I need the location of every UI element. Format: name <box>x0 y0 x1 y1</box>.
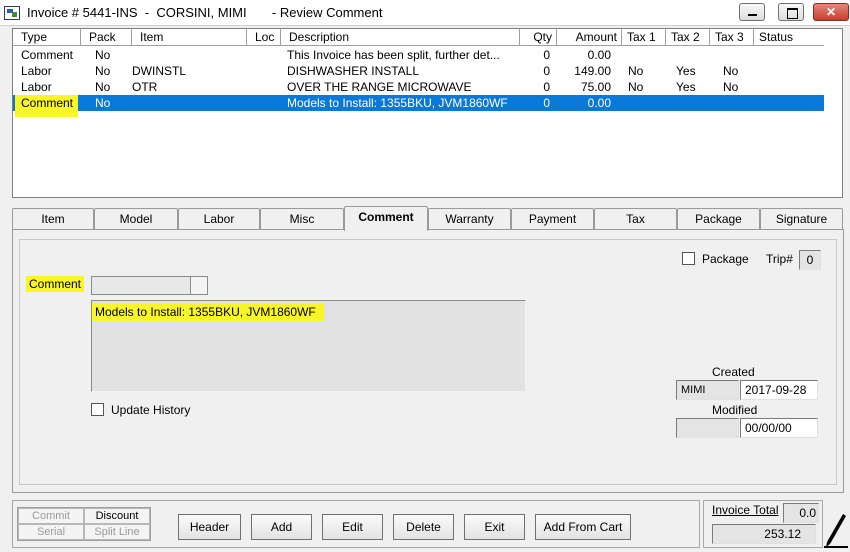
comment-text: Models to Install: 1355BKU, JVM1860WF <box>92 303 324 321</box>
tab-comment[interactable]: Comment <box>344 206 428 231</box>
total-small-field: 0.0 <box>783 503 819 523</box>
comment-label: Comment <box>26 276 85 292</box>
cell-description: OVER THE RANGE MICROWAVE <box>287 80 472 94</box>
tab-payment[interactable]: Payment <box>511 208 594 230</box>
tab-strip: Item Model Labor Misc Comment Warranty P… <box>12 206 844 231</box>
column-header-loc[interactable]: Loc <box>247 29 281 46</box>
trip-number-field[interactable]: 0 <box>799 250 821 270</box>
column-header-tax3[interactable]: Tax 3 <box>710 29 754 46</box>
cell-tax3: No <box>723 80 739 94</box>
line-actions-group: Commit Discount Serial Split Line <box>17 507 151 541</box>
exit-button[interactable]: Exit <box>464 514 525 540</box>
serial-button[interactable]: Serial <box>18 524 84 540</box>
add-from-cart-button[interactable]: Add From Cart <box>535 514 631 540</box>
app-icon[interactable] <box>4 6 20 20</box>
cell-description: DISHWASHER INSTALL <box>287 64 420 78</box>
cell-pack: No <box>95 64 111 78</box>
cell-type: Comment <box>21 48 74 62</box>
cell-type: Labor <box>21 64 52 78</box>
cell-qty: 0 <box>543 64 550 78</box>
tab-labor[interactable]: Labor <box>178 208 260 230</box>
cell-qty: 0 <box>543 80 550 94</box>
invoice-total-field: 253.12 <box>712 524 816 544</box>
cell-pack: No <box>95 80 111 94</box>
invoice-total-label: Invoice Total <box>712 503 779 517</box>
line-items-grid[interactable]: Type Pack Item Loc Description Qty Amoun… <box>12 28 843 198</box>
created-user-field: MIMI <box>676 380 739 400</box>
cell-amount: 0.00 <box>587 96 611 110</box>
tab-signature[interactable]: Signature <box>760 208 843 230</box>
modified-user-field <box>676 418 739 438</box>
table-row[interactable]: Labor No OTR OVER THE RANGE MICROWAVE 0 … <box>13 79 825 95</box>
column-header-tax2[interactable]: Tax 2 <box>666 29 710 46</box>
cell-tax2: Yes <box>676 80 696 94</box>
modified-label: Modified <box>712 403 758 417</box>
grid-header: Type Pack Item Loc Description Qty Amoun… <box>13 29 825 46</box>
package-checkbox[interactable] <box>682 252 695 265</box>
column-header-pack[interactable]: Pack <box>81 29 132 46</box>
comment-text-area[interactable]: Models to Install: 1355BKU, JVM1860WF <box>91 300 526 392</box>
cell-amount: 149.00 <box>574 64 611 78</box>
cell-qty: 0 <box>543 48 550 62</box>
table-row[interactable]: Labor No DWINSTL DISHWASHER INSTALL 0 14… <box>13 63 825 79</box>
chevron-down-icon[interactable] <box>190 277 207 294</box>
add-button[interactable]: Add <box>251 514 312 540</box>
edit-button[interactable]: Edit <box>322 514 383 540</box>
cell-amount: 0.00 <box>587 48 611 62</box>
commit-button[interactable]: Commit <box>18 508 84 524</box>
comment-type-dropdown[interactable] <box>91 276 208 295</box>
table-row[interactable]: Comment No This Invoice has been split, … <box>13 47 825 63</box>
tab-item[interactable]: Item <box>12 208 94 230</box>
table-row-selected[interactable]: Comment No Models to Install: 1355BKU, J… <box>13 95 825 117</box>
column-header-status[interactable]: Status <box>754 29 825 46</box>
update-history-label: Update History <box>111 403 191 417</box>
cell-qty: 0 <box>543 96 550 110</box>
tab-misc[interactable]: Misc <box>260 208 344 230</box>
cell-tax2: Yes <box>676 64 696 78</box>
column-header-item[interactable]: Item <box>132 29 247 46</box>
cell-description: This Invoice has been split, further det… <box>287 48 500 62</box>
column-header-tax1[interactable]: Tax 1 <box>622 29 666 46</box>
discount-button[interactable]: Discount <box>84 508 150 524</box>
created-label: Created <box>712 365 755 379</box>
cell-type: Comment <box>15 95 78 117</box>
package-label: Package <box>702 252 749 266</box>
cell-pack: No <box>95 48 111 62</box>
trip-label: Trip# <box>766 252 793 266</box>
maximize-icon[interactable] <box>778 3 804 21</box>
window-title: Invoice # 5441-INS - CORSINI, MIMI - Rev… <box>27 5 383 20</box>
signature-pen-icon[interactable] <box>824 506 848 548</box>
tab-tax[interactable]: Tax <box>594 208 677 230</box>
cell-description: Models to Install: 1355BKU, JVM1860WF <box>287 96 508 110</box>
tab-package[interactable]: Package <box>677 208 760 230</box>
minimize-icon[interactable] <box>739 3 765 21</box>
tab-model[interactable]: Model <box>94 208 178 230</box>
grid-scrollbar[interactable] <box>824 29 842 197</box>
cell-tax1: No <box>628 80 644 94</box>
cell-item: DWINSTL <box>132 64 186 78</box>
created-date-field: 2017-09-28 <box>740 380 818 400</box>
header-button[interactable]: Header <box>178 514 241 540</box>
cell-item: OTR <box>132 80 158 94</box>
cell-type: Labor <box>21 80 52 94</box>
update-history-checkbox[interactable] <box>91 403 104 416</box>
column-header-amount[interactable]: Amount <box>557 29 622 46</box>
modified-date-field: 00/00/00 <box>740 418 818 438</box>
title-bar: Invoice # 5441-INS - CORSINI, MIMI - Rev… <box>0 0 850 26</box>
delete-button[interactable]: Delete <box>393 514 454 540</box>
cell-amount: 75.00 <box>580 80 611 94</box>
column-header-type[interactable]: Type <box>13 29 81 46</box>
cell-tax3: No <box>723 64 739 78</box>
cell-pack: No <box>95 96 111 110</box>
cell-tax1: No <box>628 64 644 78</box>
split-line-button[interactable]: Split Line <box>84 524 150 540</box>
column-header-description[interactable]: Description <box>281 29 520 46</box>
close-icon[interactable] <box>813 3 849 21</box>
tab-warranty[interactable]: Warranty <box>428 208 511 230</box>
column-header-qty[interactable]: Qty <box>520 29 557 46</box>
